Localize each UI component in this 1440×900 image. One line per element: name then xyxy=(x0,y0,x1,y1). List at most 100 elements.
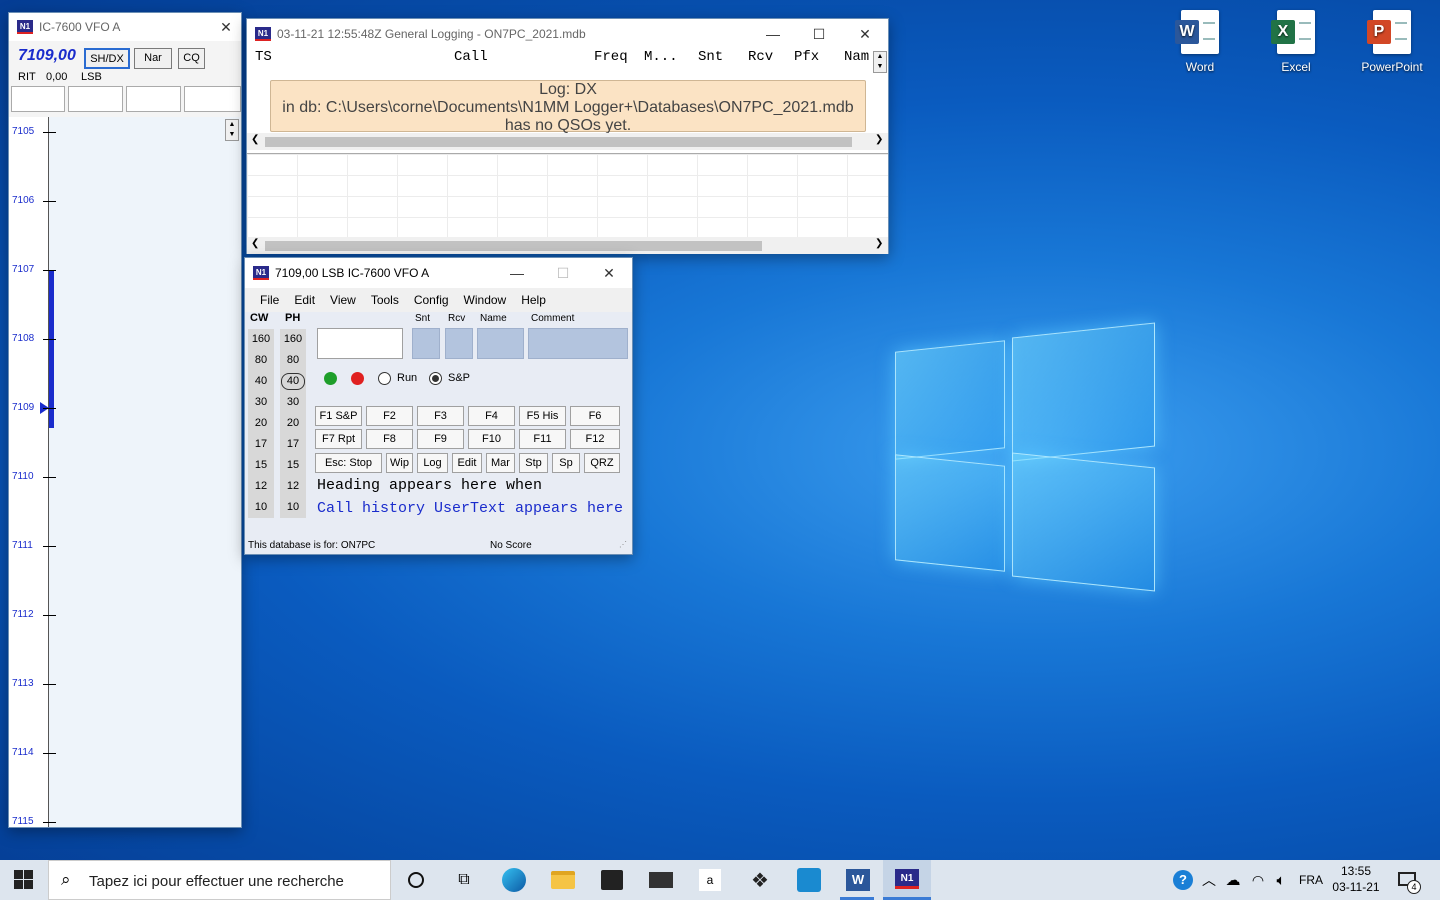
app-icon[interactable] xyxy=(794,866,824,894)
band-button[interactable]: 80 xyxy=(248,350,274,371)
wipe-button[interactable]: Wip xyxy=(386,453,413,473)
scroll-right-icon[interactable]: ❯ xyxy=(875,238,883,249)
menu-config[interactable]: Config xyxy=(414,293,449,307)
maximize-icon[interactable]: ☐ xyxy=(796,19,842,49)
spot-box[interactable] xyxy=(184,86,241,112)
desktop-icon-excel[interactable]: X Excel xyxy=(1256,10,1336,74)
band-button[interactable]: 20 xyxy=(248,413,274,434)
callsign-input[interactable] xyxy=(317,328,403,359)
band-button[interactable]: 17 xyxy=(248,434,274,455)
column-rcv[interactable]: Rcv xyxy=(748,49,773,65)
band-button[interactable]: 30 xyxy=(248,392,274,413)
f12-button[interactable]: F12 xyxy=(570,429,620,449)
column-mode[interactable]: M... xyxy=(644,49,678,65)
column-freq[interactable]: Freq xyxy=(594,49,628,65)
edit-button[interactable]: Edit xyxy=(452,453,482,473)
snt-input[interactable] xyxy=(412,328,440,359)
resize-grip-icon[interactable]: ⋰ xyxy=(619,540,627,549)
edge-icon[interactable] xyxy=(499,866,529,894)
minimize-icon[interactable]: — xyxy=(494,258,540,288)
menu-tools[interactable]: Tools xyxy=(371,293,399,307)
word-taskbar-icon[interactable]: W xyxy=(843,866,873,894)
notifications-icon[interactable]: 4 xyxy=(1398,870,1421,894)
f7-button[interactable]: F7 Rpt xyxy=(315,429,362,449)
band-button[interactable]: 15 xyxy=(248,455,274,476)
dropbox-icon[interactable]: ❖ xyxy=(745,866,775,894)
f9-button[interactable]: F9 xyxy=(417,429,464,449)
menu-file[interactable]: File xyxy=(260,293,279,307)
menu-help[interactable]: Help xyxy=(521,293,546,307)
clock[interactable]: 13:55 03-11-21 xyxy=(1330,863,1382,895)
band-button[interactable]: 40 xyxy=(248,371,274,392)
cq-button[interactable]: CQ xyxy=(178,48,205,69)
search-box[interactable]: ⌕ Tapez ici pour effectuer une recherche xyxy=(48,860,391,900)
band-button[interactable]: 30 xyxy=(280,392,306,413)
column-pfx[interactable]: Pfx xyxy=(794,49,819,65)
minimize-icon[interactable]: — xyxy=(750,19,796,49)
log-button[interactable]: Log xyxy=(417,453,448,473)
cortana-icon[interactable] xyxy=(401,866,431,894)
run-radio[interactable] xyxy=(378,372,391,385)
band-button[interactable]: 17 xyxy=(280,434,306,455)
band-button[interactable]: 20 xyxy=(280,413,306,434)
nar-button[interactable]: Nar xyxy=(134,48,172,69)
bandmap-canvas[interactable]: ▲ ▼ 7105 7106 7107 7108 7109 7110 7111 71… xyxy=(9,117,241,827)
spot-box[interactable] xyxy=(68,86,123,112)
log-hscrollbar[interactable]: ❮ ❯ xyxy=(247,133,888,150)
band-button[interactable]: 15 xyxy=(280,455,306,476)
scroll-spinner[interactable]: ▲ ▼ xyxy=(225,119,239,141)
f1-button[interactable]: F1 S&P xyxy=(315,406,362,426)
spot-box[interactable] xyxy=(126,86,181,112)
band-button[interactable]: 80 xyxy=(280,350,306,371)
f8-button[interactable]: F8 xyxy=(366,429,413,449)
menu-view[interactable]: View xyxy=(330,293,356,307)
band-button[interactable]: 12 xyxy=(280,476,306,497)
entry-titlebar[interactable]: N1 7109,00 LSB IC-7600 VFO A — ☐ ✕ xyxy=(245,258,632,288)
f11-button[interactable]: F11 xyxy=(519,429,566,449)
name-input[interactable] xyxy=(477,328,524,359)
comment-input[interactable] xyxy=(528,328,628,359)
column-name[interactable]: Nam xyxy=(844,49,869,65)
spot-button[interactable]: Sp xyxy=(552,453,580,473)
language-indicator[interactable]: FRA xyxy=(1299,873,1323,887)
amazon-icon[interactable]: a xyxy=(695,866,725,894)
menu-window[interactable]: Window xyxy=(464,293,507,307)
volume-icon[interactable]: 🔈︎ xyxy=(1266,866,1296,894)
spot-box[interactable] xyxy=(11,86,65,112)
bandmap-titlebar[interactable]: N1 IC-7600 VFO A ✕ xyxy=(9,13,241,41)
log-titlebar[interactable]: N1 03-11-21 12:55:48Z General Logging - … xyxy=(247,19,888,49)
band-button[interactable]: 12 xyxy=(248,476,274,497)
mail-icon[interactable] xyxy=(646,866,676,894)
band-button[interactable]: 10 xyxy=(280,497,306,518)
column-call[interactable]: Call xyxy=(454,49,488,65)
rcv-input[interactable] xyxy=(445,328,473,359)
band-button-selected[interactable]: 40 xyxy=(281,373,305,390)
scroll-right-icon[interactable]: ❯ xyxy=(875,134,883,145)
desktop-icon-word[interactable]: W Word xyxy=(1160,10,1240,74)
sp-radio[interactable] xyxy=(429,372,442,385)
column-ts[interactable]: TS xyxy=(255,49,272,65)
f10-button[interactable]: F10 xyxy=(468,429,515,449)
start-button[interactable] xyxy=(14,870,34,890)
close-icon[interactable]: ✕ xyxy=(586,258,632,288)
store-icon[interactable] xyxy=(597,866,627,894)
task-view-icon[interactable]: ⧉ xyxy=(449,866,479,894)
band-button[interactable]: 10 xyxy=(248,497,274,518)
shdx-button[interactable]: SH/DX xyxy=(84,48,130,69)
qrz-button[interactable]: QRZ xyxy=(584,453,620,473)
scroll-left-icon[interactable]: ❮ xyxy=(251,134,259,145)
log-scroll-spinner[interactable]: ▲ ▼ xyxy=(873,51,887,73)
band-button[interactable]: 160 xyxy=(248,329,274,350)
grid-hscrollbar[interactable]: ❮ ❯ xyxy=(247,237,888,254)
desktop-icon-powerpoint[interactable]: P PowerPoint xyxy=(1352,10,1432,74)
f3-button[interactable]: F3 xyxy=(417,406,464,426)
close-icon[interactable]: ✕ xyxy=(211,12,241,42)
f2-button[interactable]: F2 xyxy=(366,406,413,426)
band-button[interactable]: 160 xyxy=(280,329,306,350)
f4-button[interactable]: F4 xyxy=(468,406,515,426)
esc-stop-button[interactable]: Esc: Stop xyxy=(315,453,382,473)
f5-button[interactable]: F5 His xyxy=(519,406,566,426)
scroll-left-icon[interactable]: ❮ xyxy=(251,238,259,249)
menu-edit[interactable]: Edit xyxy=(294,293,315,307)
f6-button[interactable]: F6 xyxy=(570,406,620,426)
